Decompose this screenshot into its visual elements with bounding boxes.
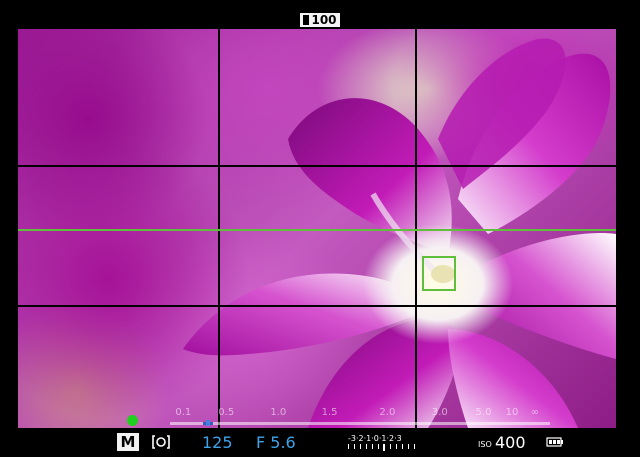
distance-tick: 1.5 — [321, 407, 338, 418]
distance-tick: 3.0 — [431, 407, 448, 418]
focus-distance-marker — [206, 420, 210, 426]
exposure-zero-mark — [383, 444, 385, 451]
top-bar: 100 — [0, 10, 640, 29]
distance-tick: 0.5 — [218, 407, 235, 418]
distance-tick: 1.0 — [270, 407, 287, 418]
shooting-mode-badge: M — [117, 433, 139, 451]
distance-tick: 2.0 — [379, 407, 396, 418]
exposure-indicator: -3·2·1·0·1·2·3 — [348, 434, 422, 452]
distance-tick: 5.0 — [475, 407, 492, 418]
distance-tick: 0.1 — [175, 407, 192, 418]
aperture: F 5.6 — [256, 433, 296, 452]
focus-indicator-dot — [127, 415, 138, 426]
focus-frame[interactable] — [422, 256, 456, 291]
distance-bar — [170, 422, 550, 425]
grid-line-horizontal-2 — [18, 305, 616, 307]
electronic-level-line — [18, 229, 616, 231]
distance-tick: ∞ — [530, 407, 539, 418]
memory-card-icon — [303, 15, 310, 25]
distance-tick: 10 — [505, 407, 519, 418]
live-view[interactable] — [18, 29, 616, 428]
shots-remaining-badge: 100 — [300, 13, 340, 27]
grid-line-horizontal-1 — [18, 165, 616, 167]
status-bar: M 125 F 5.6 -3·2·1·0·1·2·3 ISO 400 — [0, 430, 640, 457]
exposure-scale-labels: -3·2·1·0·1·2·3 — [348, 434, 402, 443]
iso-value: 400 — [495, 433, 526, 452]
battery-full-icon — [546, 437, 563, 447]
iso-label: ISO — [478, 440, 492, 449]
shutter-speed: 125 — [202, 433, 233, 452]
camera-display: 100 0.1 0.5 1.0 1.5 2.0 3.0 5.0 10 ∞ M 1… — [0, 0, 640, 457]
center-weighted-metering-icon — [152, 435, 170, 449]
shots-remaining: 100 — [311, 13, 337, 27]
distance-scale: 0.1 0.5 1.0 1.5 2.0 3.0 5.0 10 ∞ — [170, 404, 550, 426]
